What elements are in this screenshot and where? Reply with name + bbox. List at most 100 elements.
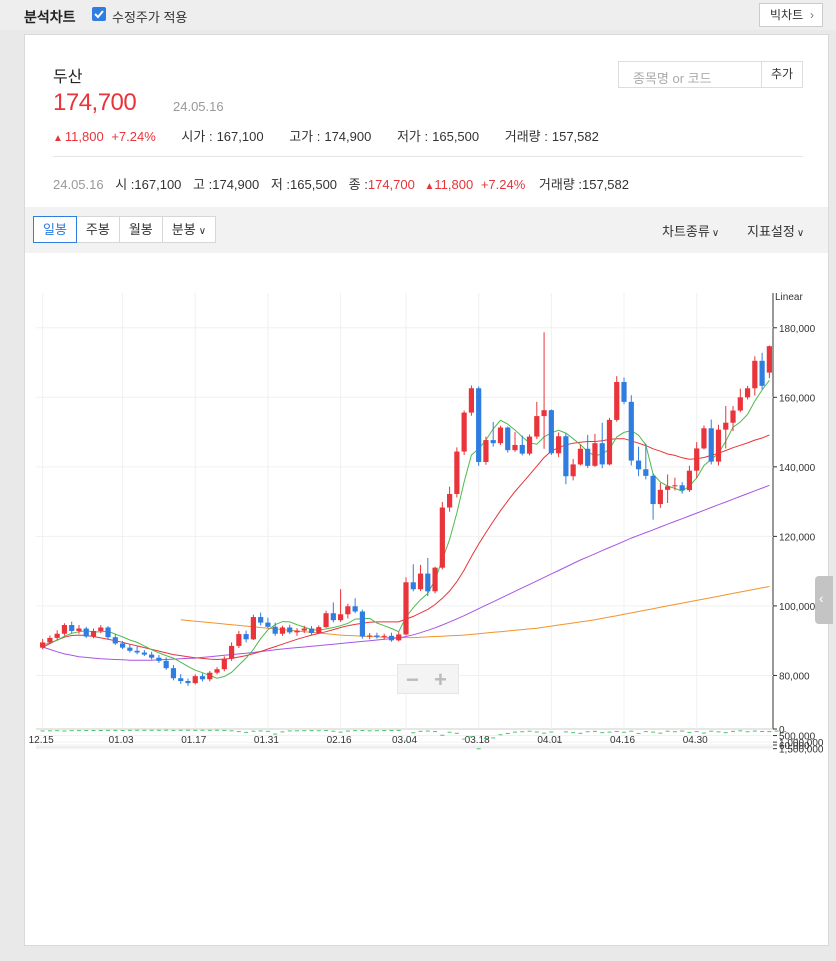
candle-body	[715, 429, 722, 462]
chart-type-dropdown[interactable]: 차트종류 ∨	[662, 221, 719, 240]
adjusted-price-checkbox[interactable]	[92, 7, 106, 21]
volume-bar	[316, 730, 321, 732]
indicator-settings-dropdown[interactable]: 지표설정 ∨	[747, 221, 804, 240]
candle-body	[461, 412, 467, 452]
volume-bar	[404, 740, 408, 742]
candle-body	[265, 622, 271, 627]
volume-bar	[62, 730, 67, 732]
stock-chart[interactable]: Linear 180,000 160,000 140,000 120,000 100,00…	[25, 253, 828, 945]
x-tick-label: 01.03	[109, 735, 134, 746]
candle-body	[643, 469, 649, 476]
up-arrow-icon: ▲	[53, 133, 63, 144]
volume-bar	[425, 730, 430, 732]
volume-bar	[658, 732, 663, 734]
side-panel-toggle[interactable]: ‹	[815, 576, 833, 624]
change-percent: +7.24%	[111, 129, 156, 144]
price-tick-label: 160,000	[779, 393, 816, 404]
candle-body	[730, 410, 736, 423]
chevron-left-icon: ‹	[819, 590, 824, 606]
candle-body	[599, 443, 605, 465]
price-tick-label: 120,000	[779, 532, 816, 543]
volume-bar	[287, 730, 292, 732]
volume-bar	[614, 730, 619, 732]
volume-bar	[156, 729, 161, 731]
tab-minute[interactable]: 분봉 ∨	[161, 216, 217, 243]
tab-daily[interactable]: 일봉	[33, 216, 77, 243]
detail-low-label: 저 :	[270, 177, 291, 192]
volume-bar	[527, 730, 532, 732]
candle-body	[61, 625, 68, 634]
candle-body	[752, 360, 758, 389]
volume-bar	[716, 731, 721, 733]
add-stock-button[interactable]: 추가	[762, 61, 803, 88]
candle-body	[650, 475, 656, 505]
detail-high: 174,900	[212, 177, 260, 192]
big-chart-button-label: 빅차트	[770, 8, 804, 22]
candle-body	[243, 634, 249, 640]
volume-bar	[353, 730, 358, 732]
volume-bar	[629, 730, 634, 732]
candle-body	[185, 681, 191, 684]
low-value: 165,500	[432, 129, 480, 144]
detail-open: 167,100	[134, 177, 182, 192]
candle-body	[679, 485, 685, 491]
volume-bar	[513, 731, 518, 733]
indicator-settings-label: 지표설정	[747, 224, 795, 239]
volume-bar	[244, 731, 249, 733]
volume-bar	[229, 730, 234, 732]
zoom-in-icon[interactable]: +	[434, 667, 447, 693]
candle-body	[141, 652, 147, 655]
tab-monthly[interactable]: 월봉	[118, 216, 163, 243]
volume-bar	[520, 731, 525, 733]
chevron-down-icon: ∨	[198, 226, 207, 237]
volume-bar	[483, 737, 488, 739]
volume-bar	[476, 748, 481, 750]
candle-body	[585, 448, 591, 466]
volume-bar	[462, 738, 467, 740]
candle-body	[432, 567, 438, 592]
x-tick-label: 03.18	[465, 735, 490, 746]
stock-search-input[interactable]: 종목명 or 코드	[618, 61, 762, 88]
x-tick-label: 02.16	[327, 735, 352, 746]
candle-body	[621, 382, 627, 402]
tab-weekly[interactable]: 주봉	[75, 216, 120, 243]
ma120-line	[180, 586, 770, 639]
candle-body	[476, 388, 482, 462]
volume-bar	[396, 729, 401, 731]
volume-bar	[331, 730, 336, 732]
volume-bar	[607, 731, 612, 733]
detail-high-label: 고 :	[193, 177, 213, 192]
volume-bar	[40, 730, 45, 732]
candle-body	[119, 643, 126, 648]
candle-body	[403, 582, 409, 635]
big-chart-button[interactable]: 빅차트 ›	[759, 3, 823, 27]
scale-label: Linear	[775, 292, 803, 303]
chart-type-label: 차트종류	[662, 224, 710, 239]
volume-bar	[534, 731, 539, 733]
candle-body	[156, 657, 162, 661]
volume-bar	[258, 730, 263, 732]
volume-bar	[273, 733, 278, 735]
volume-bar	[760, 730, 765, 732]
volume-bar	[600, 732, 605, 734]
candle-body	[352, 606, 358, 612]
volume-bar	[563, 731, 568, 733]
volume-bar	[549, 731, 554, 733]
candle-body	[606, 419, 613, 465]
candle-body	[330, 613, 336, 621]
detail-change-pct: +7.24%	[480, 177, 526, 192]
volume-bar	[731, 730, 736, 732]
volume-bar	[164, 729, 169, 731]
candle-body	[178, 678, 184, 682]
high-label: 고가 :	[289, 129, 321, 144]
volume-bar	[236, 731, 241, 733]
volume-bar	[694, 731, 699, 733]
candle-body	[570, 464, 576, 477]
candle-body	[250, 617, 256, 640]
volume-bar	[360, 730, 365, 732]
low-label: 저가 :	[396, 129, 429, 144]
adjusted-price-label[interactable]: 수정주가 적용	[112, 7, 187, 26]
volume-bar	[774, 730, 779, 732]
volume-bar	[680, 730, 685, 732]
zoom-out-icon[interactable]: −	[406, 667, 419, 693]
